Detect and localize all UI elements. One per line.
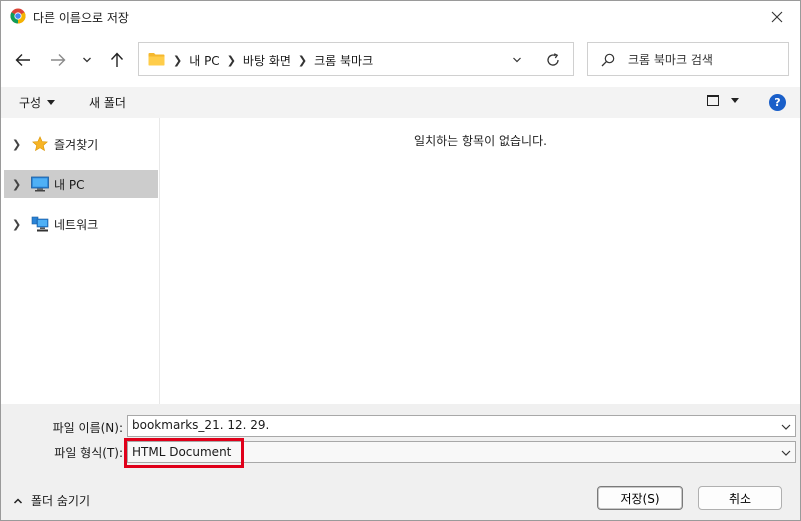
command-bar: 구성 새 폴더 ? [1,87,800,118]
sidebar-item-favorites[interactable]: ❯ 즐겨찾기 [4,130,158,158]
network-icon [31,215,49,233]
help-icon: ? [774,96,781,109]
address-bar[interactable]: ❯ 내 PC ❯ 바탕 화면 ❯ 크롬 북마크 [138,42,574,76]
expand-chevron-icon[interactable]: ❯ [12,218,21,231]
caret-down-icon [47,100,56,105]
filetype-select[interactable]: HTML Document [127,441,796,463]
new-folder-button[interactable]: 새 폴더 [89,94,126,111]
chevron-down-icon[interactable] [781,422,791,432]
forward-button[interactable] [46,49,70,71]
breadcrumb: ❯ 내 PC ❯ 바탕 화면 ❯ 크롬 북마크 [170,52,377,69]
filename-field[interactable]: bookmarks_21. 12. 29. [127,415,796,437]
chevron-down-icon[interactable] [781,448,791,458]
breadcrumb-separator-icon[interactable]: ❯ [227,54,236,67]
sidebar-item-my-pc[interactable]: ❯ 내 PC [4,170,158,198]
filetype-value: HTML Document [132,445,232,459]
organize-button[interactable]: 구성 [19,94,56,111]
arrow-right-icon [51,54,66,66]
search-icon [601,53,615,67]
cancel-button[interactable]: 취소 [698,486,782,510]
filename-value: bookmarks_21. 12. 29. [132,418,270,432]
new-folder-label: 새 폴더 [89,96,126,110]
save-button[interactable]: 저장(S) [597,486,683,510]
back-button[interactable] [11,49,35,71]
folder-icon [148,53,165,66]
navigation-bar: ❯ 내 PC ❯ 바탕 화면 ❯ 크롬 북마크 [1,32,800,86]
save-as-dialog: 다른 이름으로 저장 ❯ 내 PC ❯ 바탕 화면 ❯ 크롬 북마크 크롬 북마… [0,0,801,521]
arrow-up-icon [110,52,124,67]
up-button[interactable] [105,49,129,71]
caret-down-icon [731,98,739,103]
file-list[interactable]: 일치하는 항목이 없습니다. [161,118,800,404]
expand-chevron-icon[interactable]: ❯ [12,138,21,151]
navigation-pane: ❯ 즐겨찾기 ❯ 내 PC ❯ 네트워크 [1,118,160,404]
expand-chevron-icon[interactable]: ❯ [12,178,21,191]
view-icon [707,95,719,106]
search-box[interactable] [587,42,789,76]
computer-icon [31,175,49,193]
address-history-button[interactable] [509,52,525,68]
search-input[interactable] [628,51,778,69]
save-form: 파일 이름(N): bookmarks_21. 12. 29. 파일 형식(T)… [1,404,800,474]
empty-message: 일치하는 항목이 없습니다. [414,134,547,148]
recent-locations-button[interactable] [77,49,97,71]
hide-folders-button[interactable]: 폴더 숨기기 [13,492,90,509]
close-icon [771,11,783,22]
dialog-footer: 폴더 숨기기 저장(S) 취소 [1,474,800,520]
organize-label: 구성 [19,96,42,110]
hide-folders-label: 폴더 숨기기 [31,494,91,508]
chevron-up-icon [13,497,23,504]
sidebar-item-label: 즐겨찾기 [54,137,99,152]
refresh-button[interactable] [544,51,562,69]
filename-label: 파일 이름(N): [52,421,123,435]
breadcrumb-item-my-pc[interactable]: 내 PC [189,52,219,69]
change-view-button[interactable] [707,95,739,106]
sidebar-item-label: 네트워크 [54,217,99,232]
window-title: 다른 이름으로 저장 [33,11,129,25]
help-button[interactable]: ? [769,94,786,111]
close-button[interactable] [754,1,800,32]
sidebar-item-label: 내 PC [54,177,85,192]
chevron-down-icon [513,57,521,63]
breadcrumb-separator-icon[interactable]: ❯ [298,54,307,67]
breadcrumb-separator-icon: ❯ [173,54,183,67]
filetype-label: 파일 형식(T): [54,446,123,460]
arrow-left-icon [15,54,30,66]
chrome-icon [10,8,26,24]
sidebar-item-network[interactable]: ❯ 네트워크 [4,210,158,238]
breadcrumb-item-chrome-bookmarks[interactable]: 크롬 북마크 [314,52,373,69]
star-icon [31,135,49,153]
breadcrumb-item-desktop[interactable]: 바탕 화면 [243,52,291,69]
title-bar: 다른 이름으로 저장 [1,1,800,32]
refresh-icon [547,53,559,66]
chevron-down-icon [83,57,91,63]
